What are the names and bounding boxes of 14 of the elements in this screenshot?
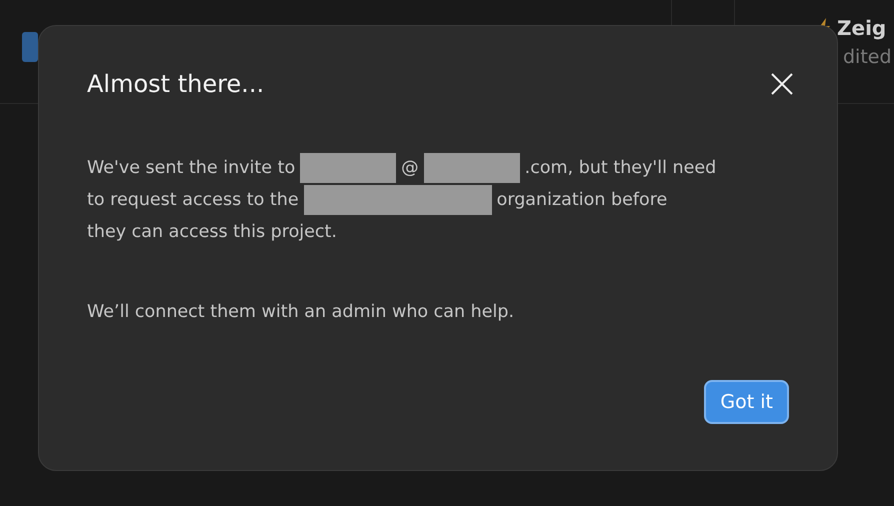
message-text: to request access to the [87,190,299,210]
project-name: Zeig [837,16,886,40]
close-button[interactable] [769,71,795,97]
close-icon [771,73,793,95]
message-text: organization before [496,190,668,210]
message-text: @ [401,158,419,178]
got-it-button[interactable]: Got it [704,380,789,424]
message-text: they can access this project. [87,222,337,242]
project-meta: dited [843,46,893,68]
message-text: We've sent the invite to [87,158,296,178]
app-icon [22,32,38,62]
dialog-title: Almost there... [87,70,264,98]
message-text: .com, but they'll need [524,158,716,178]
message-text: We’ll connect them with an admin who can help. [87,302,514,322]
